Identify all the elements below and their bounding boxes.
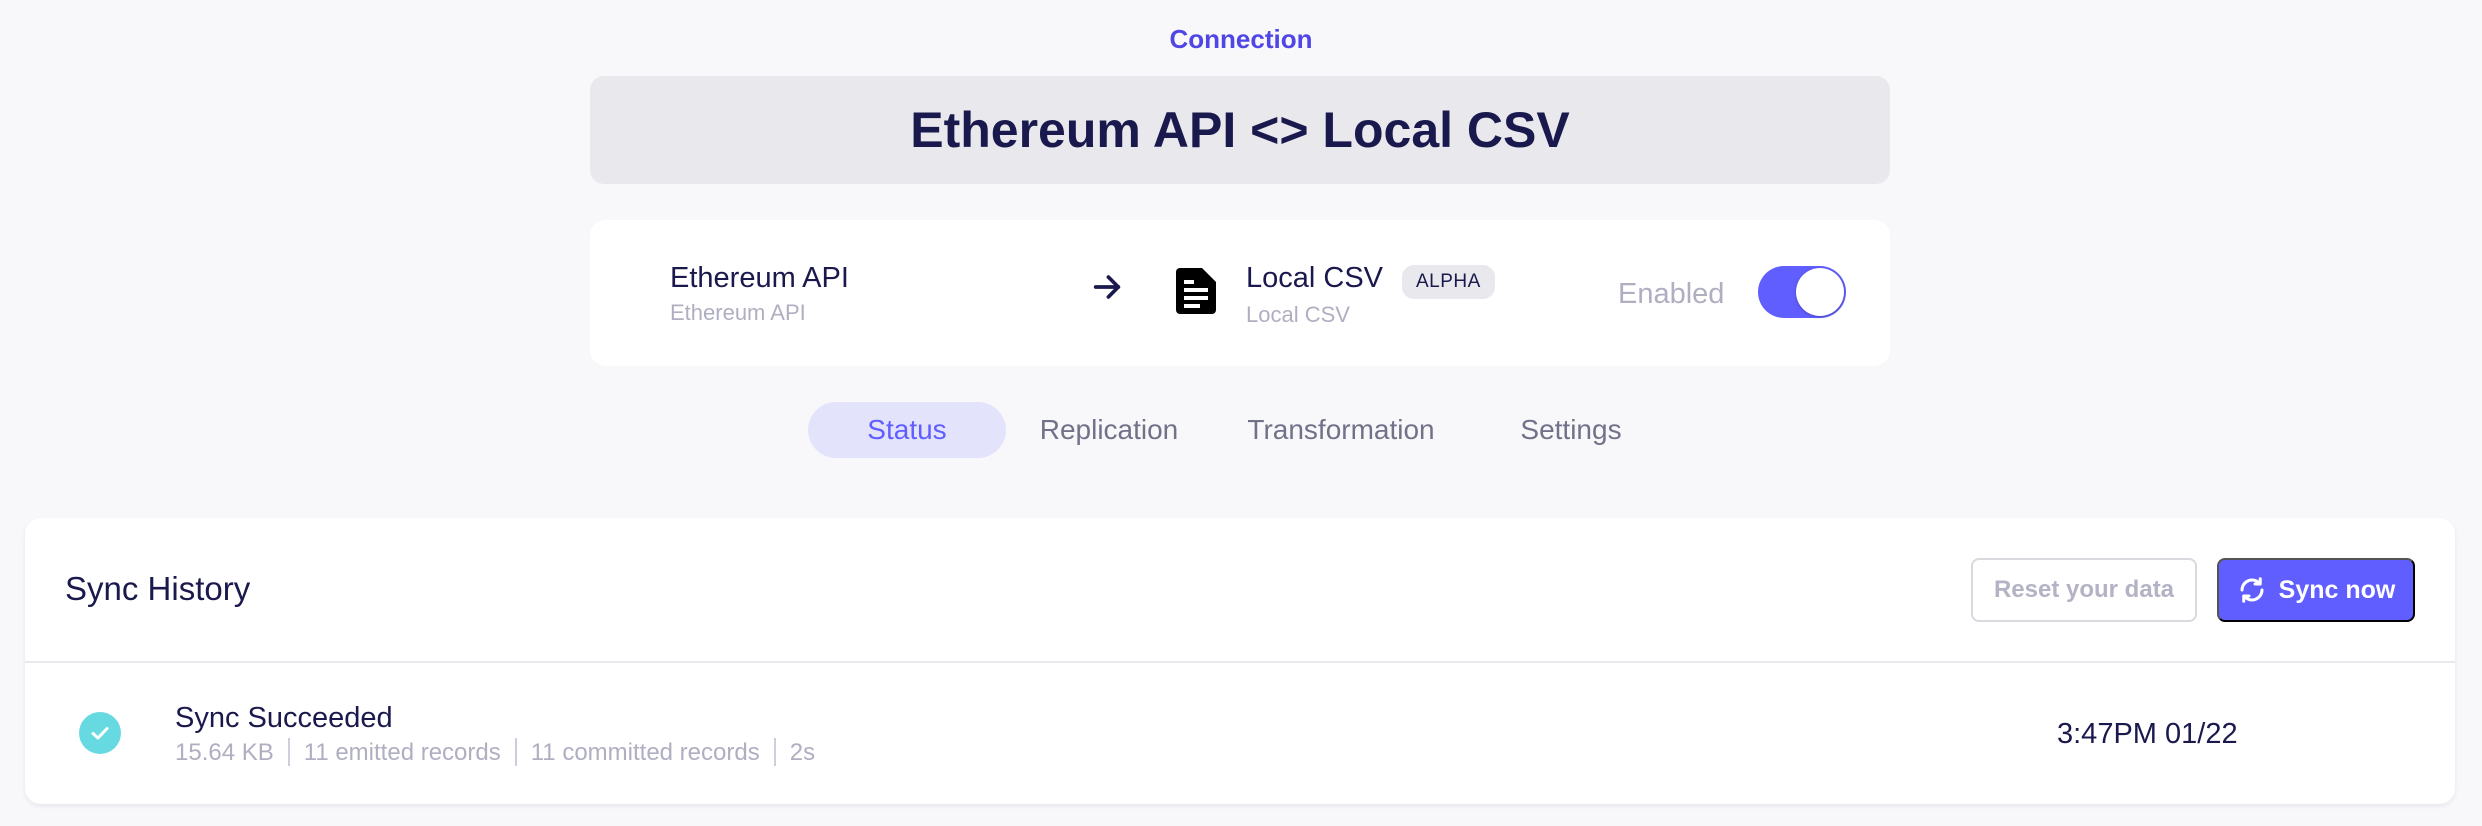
connection-page: Connection Ethereum API <> Local CSV Eth… bbox=[0, 0, 2482, 826]
separator bbox=[287, 738, 290, 766]
tab-transformation[interactable]: Transformation bbox=[1228, 402, 1454, 458]
arrow-right-icon bbox=[1093, 275, 1121, 299]
document-icon bbox=[1176, 268, 1216, 314]
source-name[interactable]: Ethereum API bbox=[670, 262, 849, 295]
job-status: Sync Succeeded bbox=[175, 702, 393, 734]
separator bbox=[773, 738, 776, 766]
divider bbox=[25, 661, 2455, 663]
tab-replication[interactable]: Replication bbox=[1022, 402, 1196, 458]
reset-data-button[interactable]: Reset your data bbox=[1971, 558, 2197, 622]
separator bbox=[514, 738, 517, 766]
sync-now-label: Sync now bbox=[2278, 575, 2396, 604]
alpha-badge: ALPHA bbox=[1402, 265, 1495, 299]
source-type: Ethereum API bbox=[670, 300, 806, 325]
job-details: 15.64 KB 11 emitted records 11 committed r… bbox=[175, 738, 815, 767]
enabled-toggle[interactable] bbox=[1758, 266, 1846, 318]
job-emitted: 11 emitted records bbox=[303, 739, 501, 766]
sync-now-button[interactable]: Sync now bbox=[2217, 558, 2415, 622]
enabled-label: Enabled bbox=[1618, 278, 1725, 310]
tab-settings[interactable]: Settings bbox=[1496, 402, 1646, 458]
title-banner: Ethereum API <> Local CSV bbox=[590, 76, 1890, 184]
destination-name[interactable]: Local CSV bbox=[1246, 262, 1383, 295]
toggle-knob bbox=[1796, 268, 1844, 316]
job-committed: 11 committed records bbox=[530, 739, 760, 766]
job-duration: 2s bbox=[789, 739, 816, 766]
page-title: Ethereum API <> Local CSV bbox=[910, 102, 1570, 158]
section-label: Connection bbox=[1169, 24, 1313, 54]
tab-bar: Status Replication Transformation Settin… bbox=[0, 402, 2482, 458]
sync-history-title: Sync History bbox=[65, 570, 251, 607]
check-circle-icon bbox=[79, 712, 121, 754]
tab-status[interactable]: Status bbox=[808, 402, 1006, 458]
refresh-icon bbox=[2240, 577, 2264, 603]
job-time: 3:47PM 01/22 bbox=[2057, 718, 2238, 750]
job-size: 15.64 KB bbox=[175, 739, 274, 766]
destination-type: Local CSV bbox=[1246, 302, 1350, 327]
sync-history-card: Sync History Reset your data Sync now Sy… bbox=[25, 518, 2455, 804]
connection-card: Ethereum API Ethereum API Local CSV ALPH… bbox=[590, 220, 1890, 366]
